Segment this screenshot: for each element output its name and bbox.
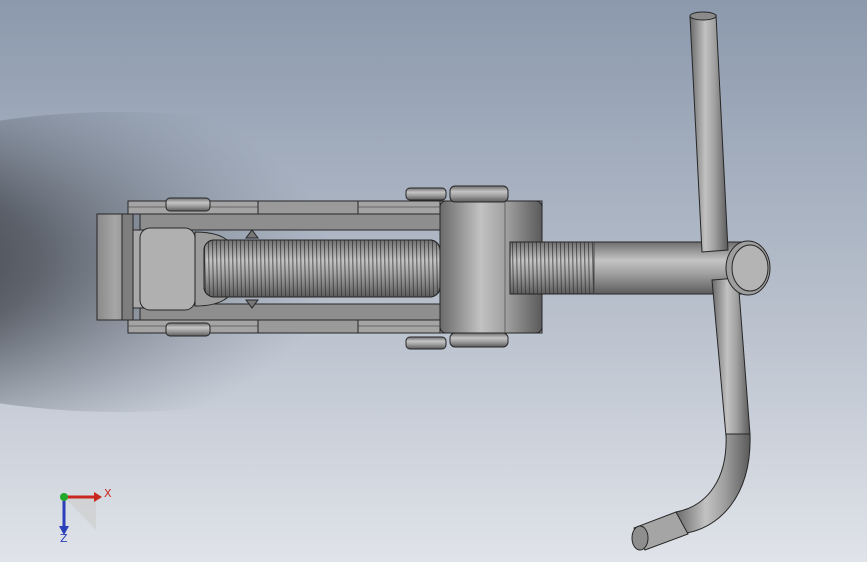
washer-top-right: [449, 185, 509, 203]
triad-y-axis: [60, 493, 68, 501]
model-canvas[interactable]: X Z: [0, 0, 867, 562]
triad-z-label: Z: [60, 532, 68, 545]
cad-viewport[interactable]: X Z: [0, 0, 867, 562]
pin-top-left: [165, 197, 211, 212]
washer-bottom-left: [405, 336, 447, 350]
triad-x-label: X: [104, 487, 112, 500]
end-block-face: [121, 213, 134, 321]
washer-bottom-right: [449, 332, 509, 348]
pin-bottom-left: [165, 322, 211, 337]
washer-top-left: [405, 187, 447, 201]
